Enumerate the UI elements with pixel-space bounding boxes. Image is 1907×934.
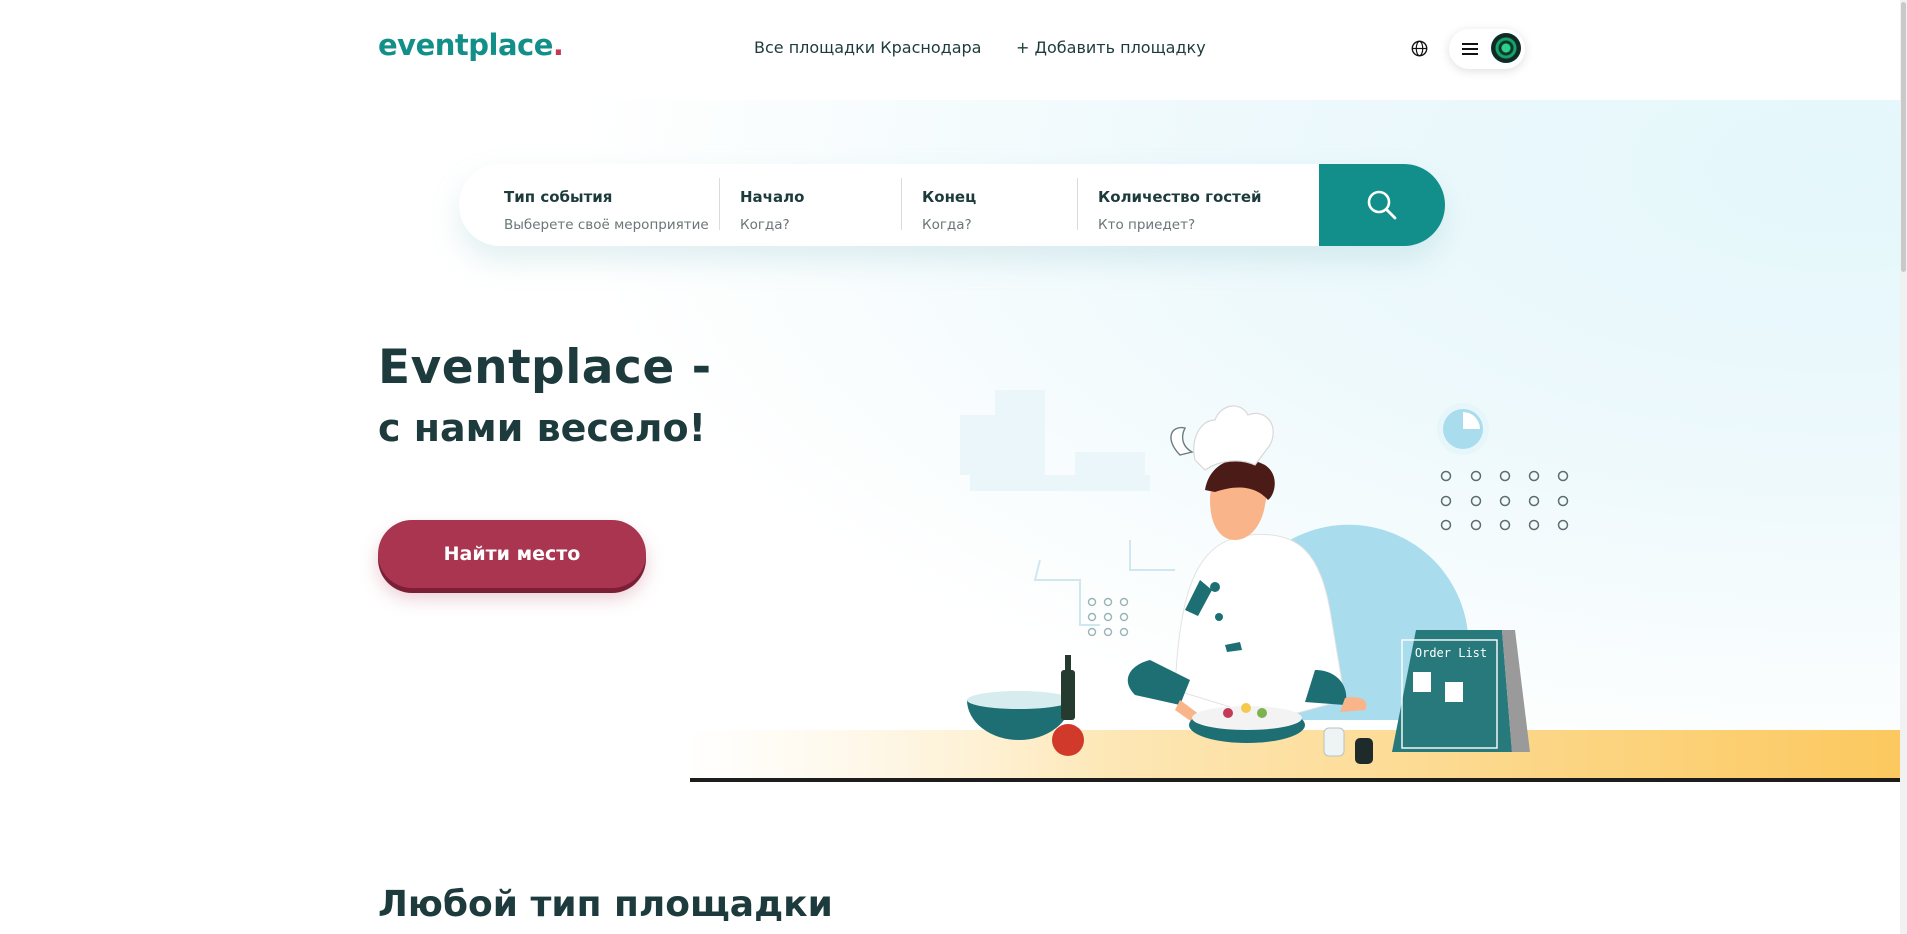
nav-all-venues-link[interactable]: Все площадки Краснодара bbox=[754, 38, 981, 57]
event-type-label: Тип события bbox=[504, 188, 613, 206]
find-place-button[interactable]: Найти место bbox=[378, 520, 646, 588]
chef-illustration: Order List bbox=[680, 390, 1907, 782]
end-date-label: Конец bbox=[922, 188, 977, 206]
divider bbox=[719, 178, 720, 230]
search-icon bbox=[1367, 190, 1397, 220]
avatar bbox=[1491, 33, 1521, 63]
logo-text: eventplace bbox=[378, 28, 553, 62]
site-header: eventplace. Все площадки Краснодара + До… bbox=[0, 0, 1907, 100]
guest-count-field[interactable]: Количество гостей Кто приедет? bbox=[1098, 176, 1308, 234]
order-list-text: Order List bbox=[1415, 646, 1487, 660]
search-bar: Тип события Выберете своё мероприятие На… bbox=[459, 164, 1444, 246]
section-title: Любой тип площадки bbox=[378, 884, 833, 925]
end-date-placeholder: Когда? bbox=[922, 217, 972, 233]
guest-count-placeholder: Кто приедет? bbox=[1098, 217, 1196, 233]
divider bbox=[901, 178, 902, 230]
user-menu-button[interactable] bbox=[1449, 29, 1525, 69]
start-date-label: Начало bbox=[740, 188, 805, 206]
divider bbox=[1077, 178, 1078, 230]
logo-dot: . bbox=[552, 28, 564, 62]
event-type-field[interactable]: Тип события Выберете своё мероприятие bbox=[504, 176, 709, 234]
start-date-field[interactable]: Начало Когда? bbox=[740, 176, 900, 234]
end-date-field[interactable]: Конец Когда? bbox=[922, 176, 1072, 234]
scrollbar-thumb[interactable] bbox=[1901, 2, 1906, 272]
nav-add-venue-link[interactable]: + Добавить площадку bbox=[1016, 38, 1206, 57]
guest-count-label: Количество гостей bbox=[1098, 188, 1262, 206]
event-type-placeholder: Выберете своё мероприятие bbox=[504, 217, 709, 233]
hero-subtitle: с нами весело! bbox=[378, 406, 706, 450]
hero-title: Eventplace - bbox=[378, 340, 712, 395]
search-button[interactable] bbox=[1319, 164, 1445, 246]
logo[interactable]: eventplace. bbox=[378, 28, 564, 62]
menu-icon bbox=[1462, 43, 1478, 55]
start-date-placeholder: Когда? bbox=[740, 217, 790, 233]
page-scrollbar[interactable] bbox=[1900, 0, 1907, 934]
globe-icon[interactable] bbox=[1411, 40, 1428, 57]
